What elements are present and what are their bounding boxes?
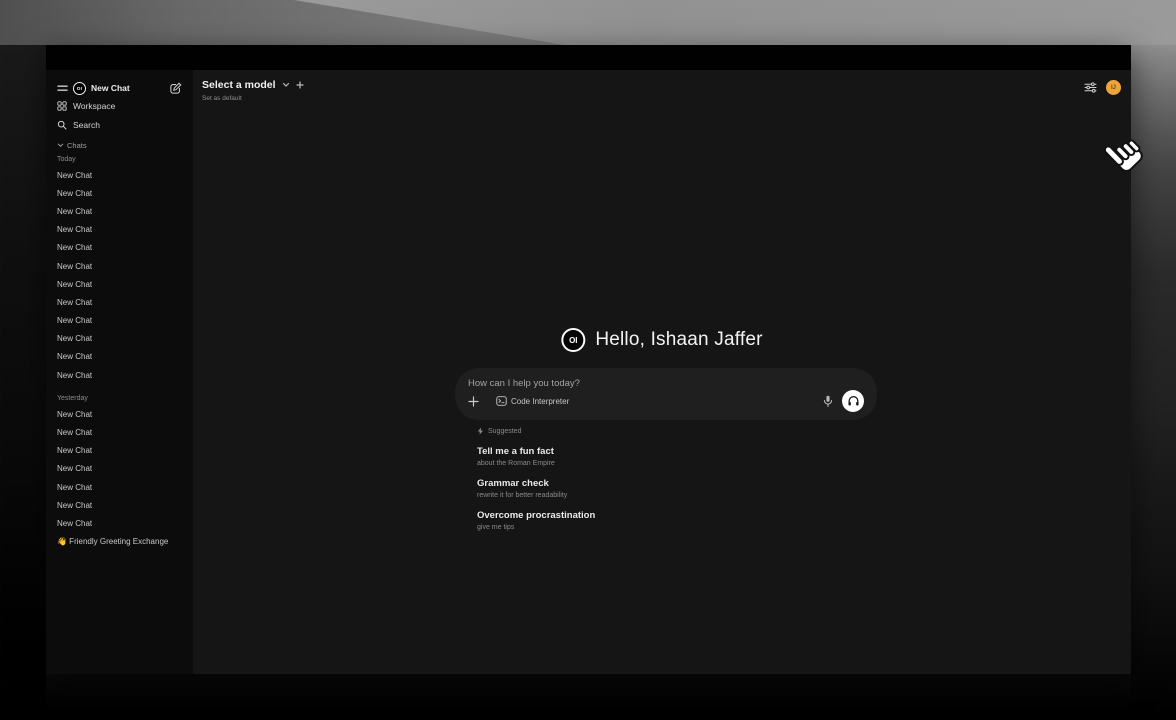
sidebar-new-chat-title[interactable]: New Chat <box>91 83 130 93</box>
chat-title: New Chat <box>57 207 92 216</box>
chat-title: New Chat <box>57 189 92 198</box>
chat-group-yesterday-label: Yesterday <box>46 391 193 405</box>
chat-list-item[interactable]: New Chat <box>46 312 193 330</box>
voice-call-button[interactable] <box>842 390 864 412</box>
model-selector-block: Select a model Set as default <box>202 79 304 102</box>
model-chevron-down-icon[interactable] <box>282 82 290 88</box>
chat-list-item[interactable]: New Chat <box>46 275 193 293</box>
chat-list-item[interactable]: New Chat <box>46 496 193 514</box>
suggested-section: Suggested Tell me a fun fact about the R… <box>477 426 857 532</box>
chevron-down-icon <box>57 142 64 148</box>
user-avatar[interactable]: IJ <box>1106 80 1121 95</box>
backdrop-bottom-dark <box>46 674 1131 720</box>
suggested-prompt[interactable]: Overcome procrastination give me tips <box>477 510 857 532</box>
chat-title: New Chat <box>57 464 92 473</box>
headphones-icon <box>847 395 860 407</box>
main-area: Select a model Set as default <box>193 70 1131 674</box>
chat-title: New Chat <box>57 262 92 271</box>
chat-title: New Chat <box>57 446 92 455</box>
greeting-row: OI Hello, Ishaan Jaffer <box>561 328 762 352</box>
code-interpreter-toggle[interactable]: Code Interpreter <box>496 396 569 406</box>
screen: OI New Chat <box>0 0 1176 720</box>
chat-title: New Chat <box>57 280 92 289</box>
chat-list-item[interactable]: New Chat <box>46 202 193 220</box>
chat-list-item[interactable]: New Chat <box>46 239 193 257</box>
backdrop-left-dark <box>0 45 46 720</box>
chat-list-item[interactable]: New Chat <box>46 478 193 496</box>
attach-plus-icon[interactable] <box>468 396 479 407</box>
chat-title: New Chat <box>57 298 92 307</box>
chat-list-item[interactable]: New Chat <box>46 514 193 532</box>
chat-list-yesterday: New Chat New Chat New Chat New Chat <box>46 405 193 532</box>
workspace-grid-icon <box>57 101 67 111</box>
chats-label: Chats <box>67 141 87 150</box>
prompt-subtitle: give me tips <box>477 523 857 532</box>
prompt-title: Tell me a fun fact <box>477 446 857 458</box>
chat-list-item[interactable]: New Chat <box>46 330 193 348</box>
chat-list-today: New Chat New Chat New Chat New Chat <box>46 166 193 384</box>
code-interpreter-terminal-icon <box>496 396 507 406</box>
chat-list-item[interactable]: New Chat <box>46 405 193 423</box>
sidebar-item-search[interactable]: Search <box>46 115 193 134</box>
sidebar-toggle-icon[interactable] <box>57 84 68 93</box>
chat-title: New Chat <box>57 519 92 528</box>
chat-list-item[interactable]: New Chat <box>46 423 193 441</box>
chat-title: New Chat <box>57 501 92 510</box>
prompt-subtitle: rewrite it for better readability <box>477 491 857 500</box>
search-icon <box>57 120 67 130</box>
window-topbar <box>46 45 1131 70</box>
add-model-plus-icon[interactable] <box>296 81 304 89</box>
code-interpreter-label: Code Interpreter <box>511 397 569 406</box>
message-composer[interactable]: How can I help you today? <box>455 368 877 420</box>
chat-title: New Chat <box>57 171 92 180</box>
search-label: Search <box>73 120 100 130</box>
chat-title: New Chat <box>57 352 92 361</box>
chat-title: New Chat <box>57 428 92 437</box>
sidebar-item-workspace[interactable]: Workspace <box>46 96 193 115</box>
chat-title: New Chat <box>57 243 92 252</box>
microphone-icon[interactable] <box>823 395 833 408</box>
controls-sliders-icon[interactable] <box>1084 82 1097 93</box>
chat-title: New Chat <box>57 334 92 343</box>
chat-title: 👋 Friendly Greeting Exchange <box>57 537 168 546</box>
chat-list-item[interactable]: New Chat <box>46 366 193 384</box>
openwebui-logo: OI <box>73 82 86 95</box>
chat-list-item[interactable]: New Chat <box>46 460 193 478</box>
suggested-prompt[interactable]: Tell me a fun fact about the Roman Empir… <box>477 446 857 468</box>
chat-list-item[interactable]: New Chat <box>46 257 193 275</box>
suggested-prompt-list: Tell me a fun fact about the Roman Empir… <box>477 446 857 532</box>
app-window: OI New Chat <box>46 45 1131 674</box>
chat-list-item[interactable]: New Chat <box>46 221 193 239</box>
workspace-label: Workspace <box>73 101 115 111</box>
prompt-title: Grammar check <box>477 478 857 490</box>
new-chat-edit-icon[interactable] <box>170 82 182 94</box>
sidebar: OI New Chat <box>46 70 193 674</box>
chat-list-item[interactable]: New Chat <box>46 293 193 311</box>
bolt-icon <box>477 427 484 435</box>
prompt-title: Overcome procrastination <box>477 510 857 522</box>
chat-list-item-friendly-greeting[interactable]: 👋 Friendly Greeting Exchange <box>46 533 193 551</box>
model-selector[interactable]: Select a model <box>202 79 276 91</box>
prompt-subtitle: about the Roman Empire <box>477 459 857 468</box>
chat-list-item[interactable]: New Chat <box>46 348 193 366</box>
greeting-text: Hello, Ishaan Jaffer <box>595 329 762 351</box>
chat-list-item[interactable]: New Chat <box>46 442 193 460</box>
chat-title: New Chat <box>57 483 92 492</box>
chat-title: New Chat <box>57 225 92 234</box>
suggested-label: Suggested <box>488 428 521 435</box>
composer-placeholder[interactable]: How can I help you today? <box>468 378 864 389</box>
chat-list-item[interactable]: New Chat <box>46 166 193 184</box>
chat-list-item[interactable]: New Chat <box>46 184 193 202</box>
suggested-prompt[interactable]: Grammar check rewrite it for better read… <box>477 478 857 500</box>
chat-group-today-label: Today <box>46 152 193 166</box>
backdrop-right-gradient <box>1131 45 1176 720</box>
openwebui-logo-large: OI <box>561 328 585 352</box>
chat-title: New Chat <box>57 410 92 419</box>
sidebar-chats-header[interactable]: Chats <box>46 138 193 152</box>
chat-title: New Chat <box>57 316 92 325</box>
chat-title: New Chat <box>57 371 92 380</box>
set-as-default-link[interactable]: Set as default <box>202 95 304 102</box>
